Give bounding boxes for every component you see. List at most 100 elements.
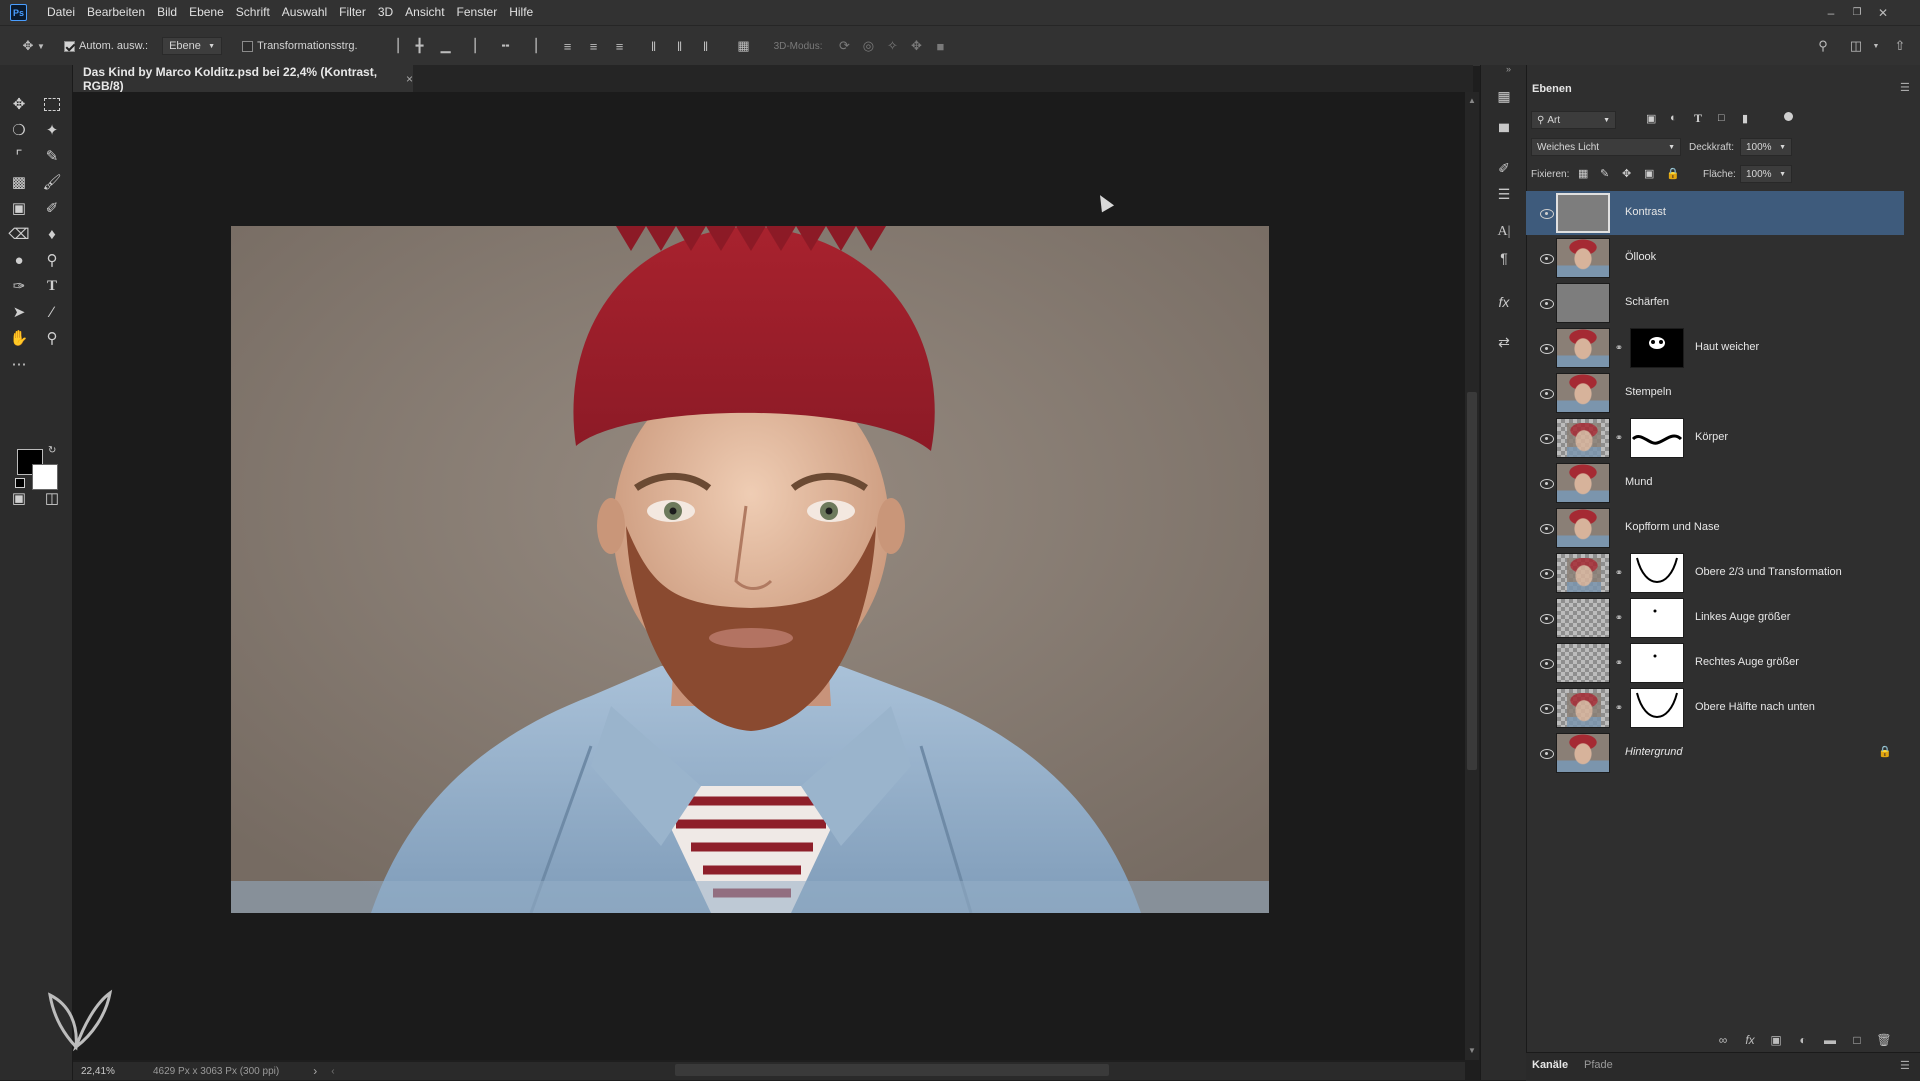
history-icon[interactable]: ⇄ <box>1493 331 1515 353</box>
menu-ansicht[interactable]: Ansicht <box>399 0 450 25</box>
mask-link-icon[interactable]: ⚭ <box>1614 656 1624 670</box>
restore-icon[interactable]: ❐ <box>1844 7 1870 18</box>
visibility-eye-icon[interactable] <box>1540 298 1554 309</box>
auto-align-icon[interactable]: ▦ <box>736 38 752 54</box>
visibility-eye-icon[interactable] <box>1540 208 1554 219</box>
hand-tool-icon[interactable]: ✋ <box>6 326 32 350</box>
mask-link-icon[interactable]: ⚭ <box>1614 341 1624 355</box>
scroll-down-icon[interactable]: ▼ <box>1468 1046 1476 1055</box>
camera-3d-icon[interactable]: ■ <box>932 38 948 54</box>
layer-row[interactable]: ⚭ Körper <box>1526 416 1904 460</box>
libraries-icon[interactable]: ▦ <box>1493 85 1515 107</box>
add-mask-icon[interactable]: ▣ <box>1767 1031 1785 1049</box>
distribute-bottom-icon[interactable]: ≡ <box>612 38 628 54</box>
menu-schrift[interactable]: Schrift <box>230 0 276 25</box>
histogram-icon[interactable]: ▄ <box>1493 112 1515 134</box>
mask-link-icon[interactable]: ⚭ <box>1614 611 1624 625</box>
align-top-icon[interactable]: ▕ <box>386 38 402 54</box>
layer-row[interactable]: Kopfform und Nase <box>1526 506 1904 550</box>
brush-tool-icon[interactable]: 🖌 <box>39 170 65 194</box>
layer-name[interactable]: Linkes Auge größer <box>1695 611 1790 623</box>
adjustment-layer-icon[interactable]: ◐ <box>1794 1031 1812 1049</box>
layer-thumbnail[interactable] <box>1556 553 1610 593</box>
layer-name[interactable]: Kopfform und Nase <box>1625 521 1720 533</box>
layer-row[interactable]: Kontrast <box>1526 191 1904 235</box>
link-layers-icon[interactable]: ∞ <box>1714 1031 1732 1049</box>
search-icon[interactable]: ⚲ <box>1815 38 1831 54</box>
layer-name[interactable]: Schärfen <box>1625 296 1669 308</box>
align-right-icon[interactable]: ▕ <box>524 38 540 54</box>
mask-link-icon[interactable]: ⚭ <box>1614 431 1624 445</box>
bottom-panel-menu-icon[interactable]: ☰ <box>1900 1059 1910 1072</box>
layer-thumbnail[interactable] <box>1556 733 1610 773</box>
status-arrow-icon[interactable]: › <box>313 1064 317 1078</box>
roll-3d-icon[interactable]: ◎ <box>860 38 876 54</box>
layer-row[interactable]: Öllook <box>1526 236 1904 280</box>
menu-hilfe[interactable]: Hilfe <box>503 0 539 25</box>
distribute-top-icon[interactable]: ≡ <box>560 38 576 54</box>
menu-3d[interactable]: 3D <box>372 0 399 25</box>
lasso-tool-icon[interactable]: ❍ <box>6 118 32 142</box>
menu-datei[interactable]: Datei <box>41 0 81 25</box>
document-image[interactable] <box>231 226 1269 913</box>
layer-name[interactable]: Körper <box>1695 431 1728 443</box>
layer-row[interactable]: ⚭ Linkes Auge größer <box>1526 596 1904 640</box>
filter-adjustment-icon[interactable]: ◐ <box>1670 112 1677 124</box>
opacity-input[interactable]: 100% ▼ <box>1740 138 1792 156</box>
move-tool-icon[interactable]: ✥ <box>20 38 36 54</box>
layer-row[interactable]: ⚭ Rechtes Auge größer <box>1526 641 1904 685</box>
minimize-icon[interactable]: – <box>1818 6 1844 20</box>
orbit-3d-icon[interactable]: ⟳ <box>836 38 852 54</box>
visibility-eye-icon[interactable] <box>1540 478 1554 489</box>
layer-name[interactable]: Öllook <box>1625 251 1656 263</box>
eraser-tool-icon[interactable]: ⌫ <box>6 222 32 246</box>
visibility-eye-icon[interactable] <box>1540 658 1554 669</box>
path-selection-tool-icon[interactable]: ➤ <box>6 300 32 324</box>
filter-type-icon[interactable]: T <box>1694 111 1702 126</box>
marquee-tool-icon[interactable] <box>39 92 65 116</box>
layer-thumbnail[interactable] <box>1556 643 1610 683</box>
new-layer-icon[interactable]: □ <box>1848 1031 1866 1049</box>
vertical-scroll-thumb[interactable] <box>1467 392 1477 770</box>
menu-fenster[interactable]: Fenster <box>451 0 504 25</box>
scroll-up-icon[interactable]: ▲ <box>1468 96 1476 105</box>
distribute-vcenter-icon[interactable]: ≡ <box>586 38 602 54</box>
zoom-level[interactable]: 22,41% <box>81 1066 141 1077</box>
blur-tool-icon[interactable]: ● <box>6 248 32 272</box>
auto-select-target-dropdown[interactable]: Ebene ▼ <box>162 37 223 55</box>
layer-thumbnail[interactable] <box>1556 373 1610 413</box>
type-tool-icon[interactable]: T <box>39 274 65 298</box>
layer-thumbnail[interactable] <box>1556 193 1610 233</box>
layer-name[interactable]: Stempeln <box>1625 386 1671 398</box>
layer-row[interactable]: Hintergrund 🔒 <box>1526 731 1904 775</box>
character-icon[interactable]: A| <box>1493 221 1515 243</box>
distribute-right-icon[interactable]: ‖ <box>698 38 714 54</box>
document-tab[interactable]: Das Kind by Marco Kolditz.psd bei 22,4% … <box>73 65 413 93</box>
lock-pixels-icon[interactable]: ✎ <box>1600 167 1609 180</box>
layer-filter-dropdown[interactable]: ⚲ Art ▼ <box>1531 111 1616 129</box>
layer-name[interactable]: Haut weicher <box>1695 341 1759 353</box>
visibility-eye-icon[interactable] <box>1540 253 1554 264</box>
layer-mask-thumbnail[interactable] <box>1630 643 1684 683</box>
visibility-eye-icon[interactable] <box>1540 703 1554 714</box>
layer-thumbnail[interactable] <box>1556 598 1610 638</box>
align-vcenter-icon[interactable]: ╋ <box>412 38 428 54</box>
layer-thumbnail[interactable] <box>1556 418 1610 458</box>
layer-name[interactable]: Obere 2/3 und Transformation <box>1695 566 1842 578</box>
tab-pfade[interactable]: Pfade <box>1584 1059 1613 1071</box>
crop-tool-icon[interactable]: ⌜ <box>6 144 32 168</box>
panel-menu-icon[interactable]: ☰ <box>1900 81 1910 94</box>
tab-kanaele[interactable]: Kanäle <box>1532 1059 1568 1071</box>
fill-input[interactable]: 100% ▼ <box>1740 165 1792 183</box>
mask-link-icon[interactable]: ⚭ <box>1614 566 1624 580</box>
adjustments-icon[interactable]: ☰ <box>1493 183 1515 205</box>
lock-transparency-icon[interactable]: ▦ <box>1578 167 1588 180</box>
brush-settings-icon[interactable]: ✐ <box>1493 157 1515 179</box>
layer-mask-thumbnail[interactable] <box>1630 418 1684 458</box>
swap-colors-icon[interactable]: ↻ <box>48 445 56 456</box>
lock-artboard-icon[interactable]: ▣ <box>1644 167 1654 180</box>
align-left-icon[interactable]: ▏ <box>472 38 488 54</box>
layer-thumbnail[interactable] <box>1556 283 1610 323</box>
visibility-eye-icon[interactable] <box>1540 748 1554 759</box>
visibility-eye-icon[interactable] <box>1540 343 1554 354</box>
